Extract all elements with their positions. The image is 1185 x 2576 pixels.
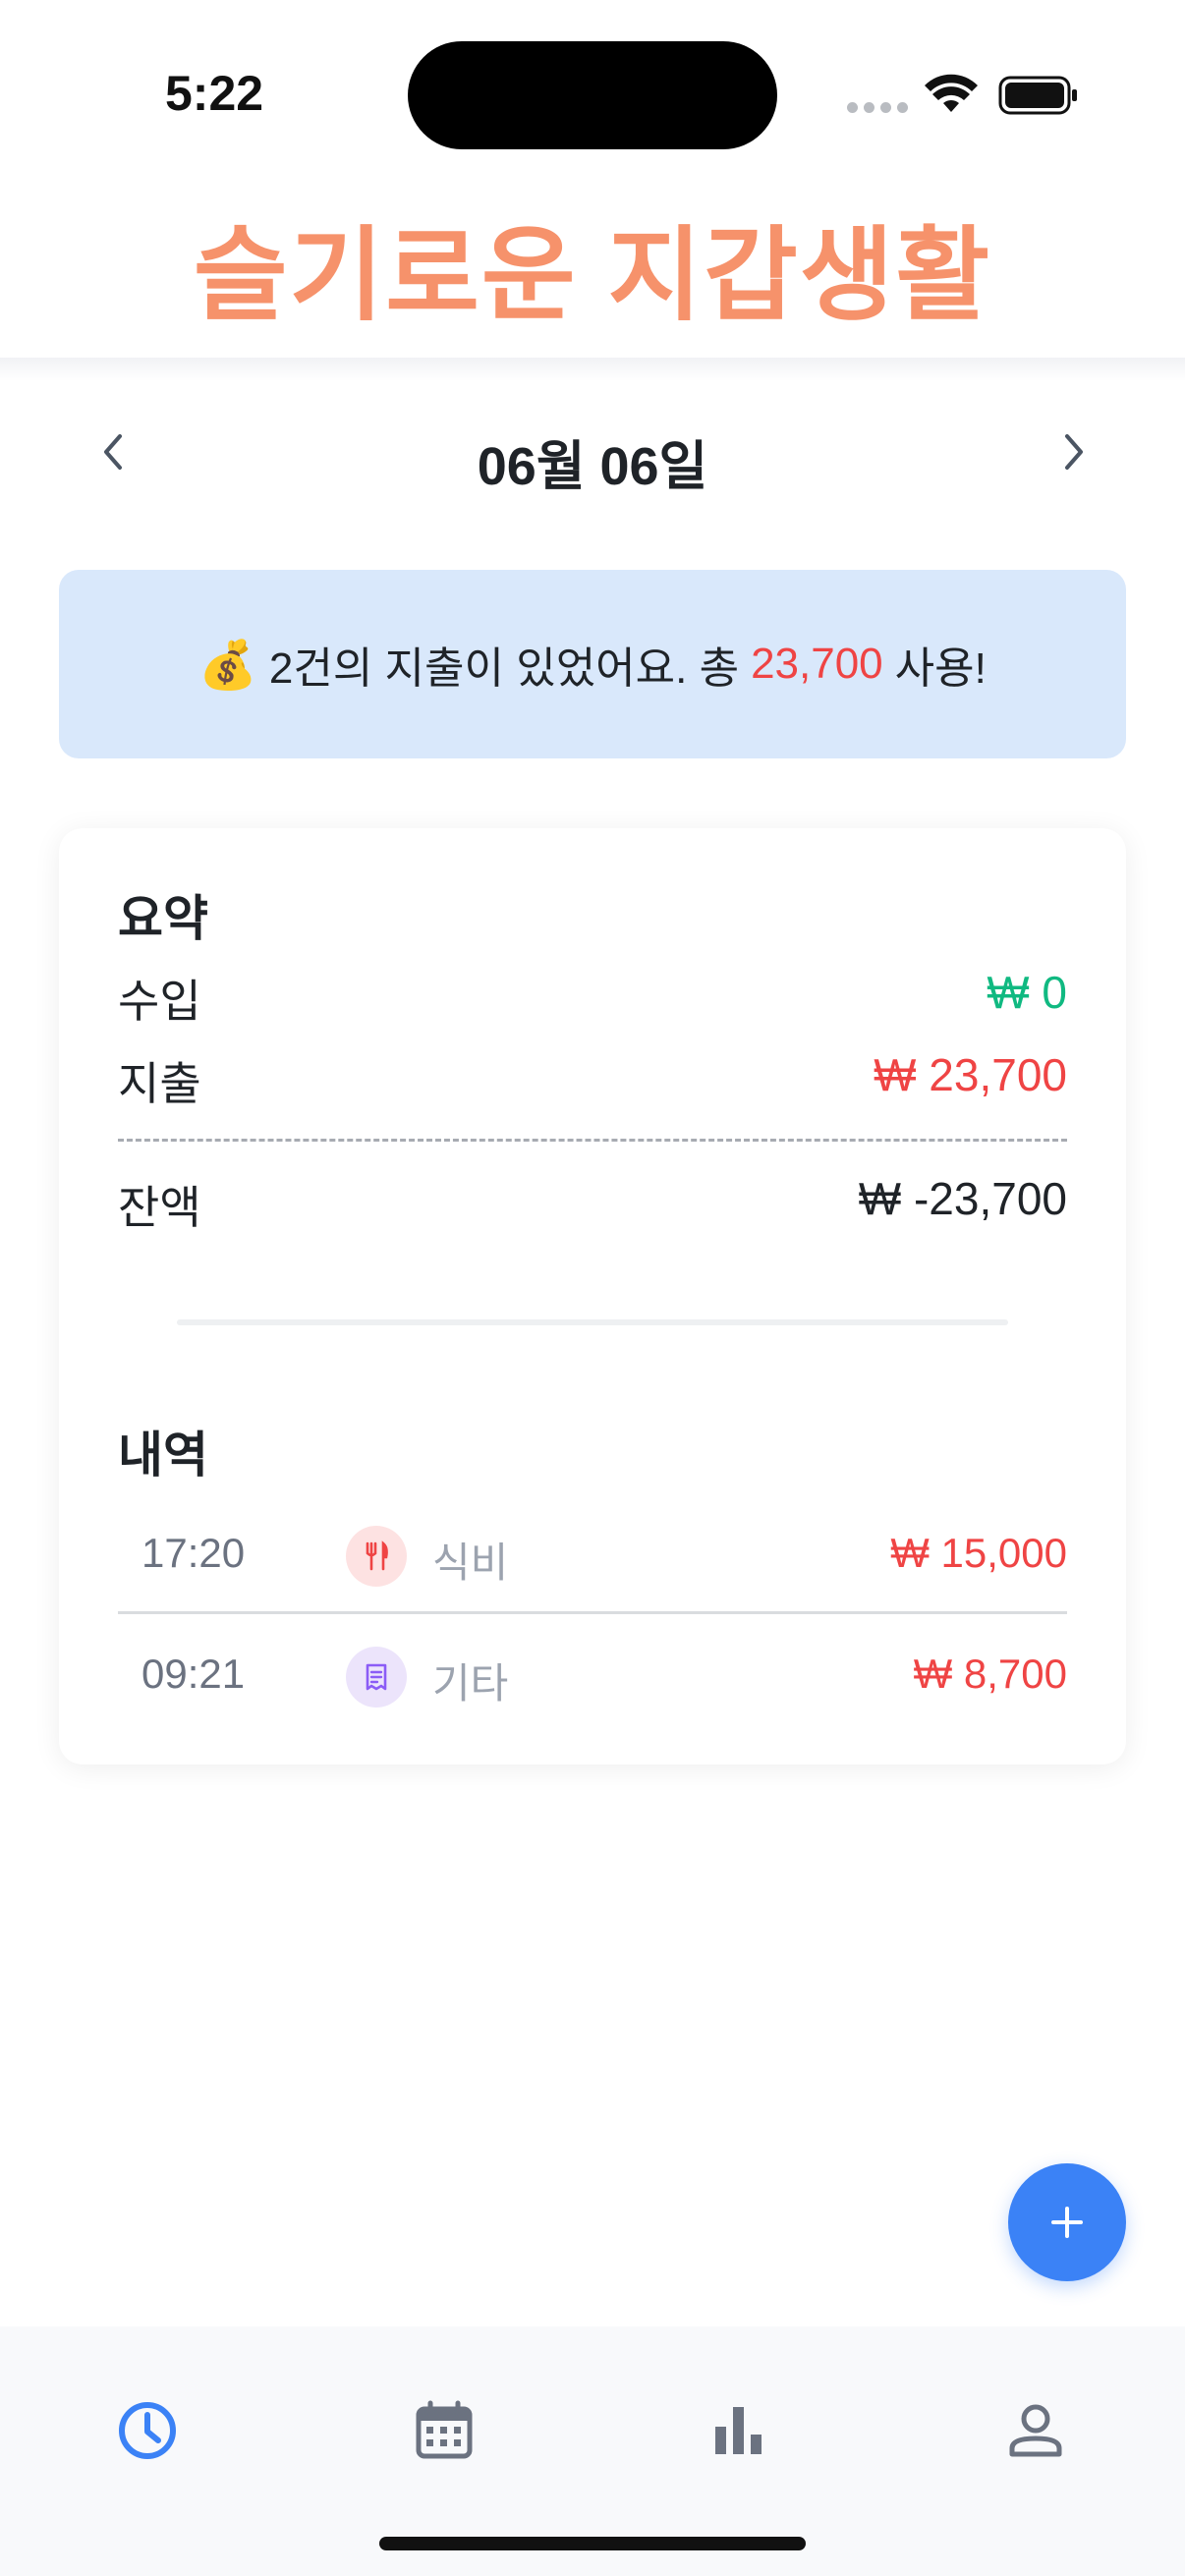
fork-knife-icon <box>346 1526 407 1587</box>
daily-spending-banner: 💰 2건의 지출이 있었어요. 총 23,700 사용! <box>59 570 1126 758</box>
money-bag-icon: 💰 <box>198 639 257 692</box>
status-time: 5:22 <box>165 66 264 121</box>
app-title: 슬기로운 지갑생활 <box>193 219 992 333</box>
summary-dashed-divider <box>118 1139 1067 1142</box>
summary-card: 요약 수입 ₩ 0 지출 ₩ 23,700 잔액 ₩ -23,700 내역 17… <box>59 828 1126 1764</box>
transaction-amount: ₩ 15,000 <box>890 1530 1067 1576</box>
tab-stats-bar-chart-icon[interactable] <box>704 2395 774 2466</box>
income-label: 수입 <box>118 976 201 1027</box>
transaction-time: 17:20 <box>141 1530 246 1576</box>
next-day-button[interactable] <box>1049 428 1097 476</box>
transaction-category: 식비 <box>432 1540 509 1586</box>
add-transaction-button[interactable] <box>1008 2163 1126 2281</box>
tab-calendar-icon[interactable] <box>409 2395 480 2466</box>
transaction-amount: ₩ 8,700 <box>913 1651 1067 1697</box>
transaction-row[interactable]: 09:21 기타 ₩ 8,700 <box>118 1617 1067 1735</box>
plus-icon <box>1051 2207 1083 2238</box>
section-divider <box>177 1319 1008 1325</box>
battery-icon <box>998 76 1077 115</box>
banner-text: 2건의 지출이 있었어요. 총 <box>268 644 740 693</box>
cellular-signal-icon <box>847 102 908 113</box>
wifi-icon <box>925 74 978 112</box>
transaction-category: 기타 <box>432 1660 509 1707</box>
tab-profile-person-icon[interactable] <box>1000 2395 1071 2466</box>
banner-suffix: 사용! <box>894 644 987 693</box>
receipt-icon <box>346 1647 407 1708</box>
history-title: 내역 <box>118 1428 208 1483</box>
banner-amount: 23,700 <box>751 640 883 688</box>
home-indicator <box>379 2537 806 2550</box>
balance-value: ₩ -23,700 <box>858 1173 1067 1224</box>
balance-label: 잔액 <box>118 1182 201 1233</box>
expense-value: ₩ 23,700 <box>874 1049 1067 1100</box>
summary-title: 요약 <box>118 891 208 946</box>
income-value: ₩ 0 <box>987 967 1067 1018</box>
expense-label: 지출 <box>118 1058 201 1109</box>
header-divider <box>0 358 1185 381</box>
status-bar: 5:22 <box>0 0 1185 187</box>
transaction-row[interactable]: 17:20 식비 ₩ 15,000 <box>118 1496 1067 1614</box>
tab-history-clock-icon[interactable] <box>112 2395 183 2466</box>
dynamic-island <box>408 41 777 149</box>
date-label: 06월 06일 <box>477 437 708 496</box>
transaction-time: 09:21 <box>141 1651 246 1697</box>
